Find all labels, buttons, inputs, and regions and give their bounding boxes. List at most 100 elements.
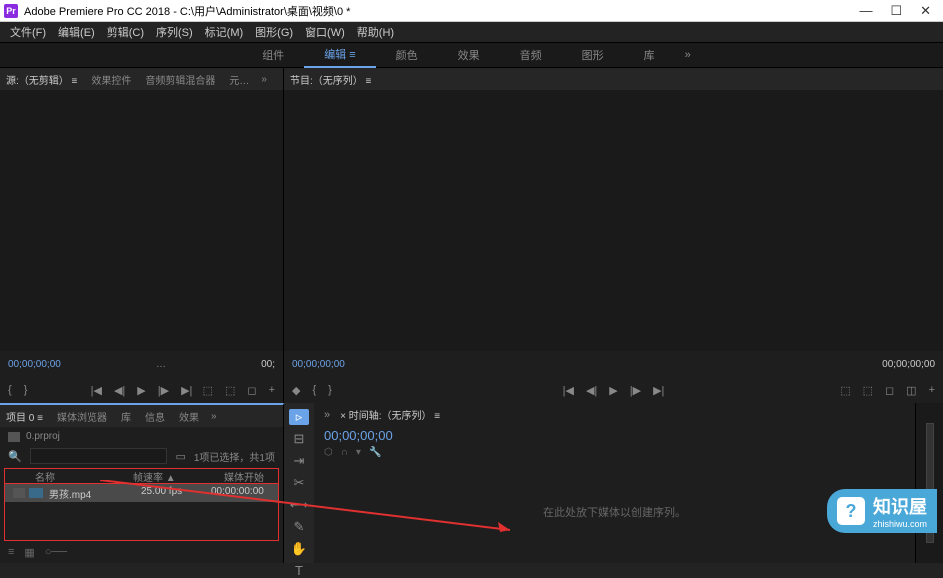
ws-tab-graphics[interactable]: 图形 (562, 43, 624, 67)
program-tc-left[interactable]: 00;00;00;00 (292, 359, 345, 370)
menu-marker[interactable]: 标记(M) (201, 22, 248, 42)
mark-out-icon[interactable]: } (24, 384, 28, 396)
goto-out-icon[interactable]: ▶| (181, 384, 192, 397)
snap-icon[interactable]: ⬡ (324, 447, 333, 458)
bin-icon[interactable]: ▭ (175, 450, 185, 463)
header-framerate[interactable]: 帧速率 ▲ (133, 469, 203, 484)
menu-window[interactable]: 窗口(W) (301, 22, 349, 42)
export-frame-icon[interactable]: ◻ (247, 384, 256, 397)
ws-tab-audio[interactable]: 音频 (500, 43, 562, 67)
menu-help[interactable]: 帮助(H) (353, 22, 398, 42)
razor-tool-icon[interactable]: ✂ (289, 475, 309, 491)
overwrite-icon[interactable]: ⬚ (225, 384, 235, 397)
source-tc-right: 00; (261, 359, 275, 370)
tab-info[interactable]: 信息 (143, 406, 167, 427)
pen-tool-icon[interactable]: ✎ (289, 519, 309, 535)
source-transport: { } |◀ ◀| ▶ |▶ ▶| ⬚ ⬚ ◻ + (0, 377, 283, 403)
timeline-body[interactable]: 在此处放下媒体以创建序列。 (314, 460, 915, 563)
ripple-tool-icon[interactable]: ⇥ (289, 453, 309, 469)
menu-clip[interactable]: 剪辑(C) (103, 22, 148, 42)
play-icon[interactable]: ▶ (137, 384, 145, 397)
mark-out-icon[interactable]: } (328, 384, 332, 397)
program-transport: ◆ { } |◀ ◀| ▶ |▶ ▶| ⬚ ⬚ ◻ ◫ + (284, 377, 943, 403)
header-media-start[interactable]: 媒体开始 (203, 469, 270, 484)
tab-effects[interactable]: 效果 (177, 406, 201, 427)
extract-icon[interactable]: ⬚ (863, 384, 873, 397)
source-tabs-more[interactable]: » (261, 74, 267, 85)
track-select-tool-icon[interactable]: ⊟ (289, 431, 309, 447)
menu-edit[interactable]: 编辑(E) (54, 22, 99, 42)
slip-tool-icon[interactable]: ⟷ (289, 497, 309, 513)
window-title: Adobe Premiere Pro CC 2018 - C:\用户\Admin… (24, 3, 859, 19)
item-media-start: 00:00:00:00 (211, 486, 264, 501)
item-name: 男孩.mp4 (49, 486, 141, 501)
search-input[interactable] (30, 448, 168, 464)
step-fwd-icon[interactable]: |▶ (630, 384, 641, 397)
mark-in-icon[interactable]: { (312, 384, 316, 397)
maximize-button[interactable]: ☐ (890, 3, 902, 19)
tab-libraries[interactable]: 库 (119, 406, 133, 427)
source-fit[interactable]: … (156, 359, 166, 370)
add-button-icon[interactable]: + (929, 384, 935, 397)
header-name[interactable]: 名称 (13, 469, 133, 484)
tab-media-browser[interactable]: 媒体浏览器 (55, 406, 109, 427)
lift-icon[interactable]: ⬚ (840, 384, 850, 397)
list-view-icon[interactable]: ≡ (8, 546, 14, 558)
ws-tab-color[interactable]: 颜色 (376, 43, 438, 67)
add-button-icon[interactable]: + (269, 384, 275, 397)
ws-tab-more[interactable]: » (675, 49, 701, 61)
ws-tab-assembly[interactable]: 组件 (242, 43, 304, 67)
menu-file[interactable]: 文件(F) (6, 22, 50, 42)
timeline-panel: » × 时间轴:（无序列） ≡ 00;00;00;00 ⬡ ∩ ▾ 🔧 在此处放… (314, 403, 915, 563)
goto-in-icon[interactable]: |◀ (563, 384, 574, 397)
ws-tab-effects[interactable]: 效果 (438, 43, 500, 67)
minimize-button[interactable]: — (859, 3, 872, 19)
wrench-icon[interactable]: 🔧 (369, 447, 381, 458)
program-tc-row: 00;00;00;00 00;00;00;00 (284, 351, 943, 377)
step-fwd-icon[interactable]: |▶ (158, 384, 169, 397)
ws-tab-libraries[interactable]: 库 (624, 43, 675, 67)
project-list: 男孩.mp4 25.00 fps 00:00:00:00 (4, 484, 279, 541)
timeline-tabs: » × 时间轴:（无序列） ≡ (314, 403, 915, 426)
tab-effect-controls[interactable]: 效果控件 (89, 69, 133, 90)
ws-tab-editing[interactable]: 编辑 ≡ (304, 42, 375, 68)
menu-sequence[interactable]: 序列(S) (152, 22, 197, 42)
mark-in-icon[interactable]: { (8, 384, 12, 396)
link-icon[interactable]: ∩ (341, 447, 348, 458)
hand-tool-icon[interactable]: ✋ (289, 541, 309, 557)
selection-tool-icon[interactable]: ▹ (289, 409, 309, 425)
menu-graphics[interactable]: 图形(G) (251, 22, 297, 42)
play-icon[interactable]: ▶ (609, 384, 617, 397)
watermark-icon: ? (837, 497, 865, 525)
close-button[interactable]: ✕ (920, 3, 931, 19)
goto-out-icon[interactable]: ▶| (653, 384, 664, 397)
tab-source[interactable]: 源:（无剪辑） ≡ (4, 69, 79, 90)
marker-icon[interactable]: ◆ (292, 384, 300, 397)
goto-in-icon[interactable]: |◀ (91, 384, 102, 397)
search-icon[interactable]: 🔍 (8, 450, 22, 463)
project-item[interactable]: 男孩.mp4 25.00 fps 00:00:00:00 (5, 484, 278, 502)
zoom-slider[interactable]: ○── (45, 546, 67, 558)
tab-program[interactable]: 节目:（无序列） ≡ (288, 69, 373, 90)
timeline-more[interactable]: » (324, 409, 330, 421)
icon-view-icon[interactable]: ▦ (24, 546, 34, 559)
project-tabs-more[interactable]: » (211, 411, 217, 422)
tab-metadata[interactable]: 元… (227, 69, 251, 90)
project-tabs: 项目 0 ≡ 媒体浏览器 库 信息 效果 » (0, 405, 283, 427)
step-back-icon[interactable]: ◀| (586, 384, 597, 397)
type-tool-icon[interactable]: T (289, 563, 309, 578)
timeline-timecode[interactable]: 00;00;00;00 (314, 426, 915, 445)
step-back-icon[interactable]: ◀| (114, 384, 125, 397)
program-monitor: 节目:（无序列） ≡ 00;00;00;00 00;00;00;00 ◆ { }… (284, 68, 943, 403)
compare-icon[interactable]: ◫ (906, 384, 916, 397)
tools-panel: ▹ ⊟ ⇥ ✂ ⟷ ✎ ✋ T (284, 403, 314, 563)
program-viewer (284, 90, 943, 351)
marker-tog-icon[interactable]: ▾ (356, 447, 361, 458)
source-tc-left[interactable]: 00;00;00;00 (8, 359, 61, 370)
project-panel: 项目 0 ≡ 媒体浏览器 库 信息 效果 » 0.prproj 🔍 ▭ 1项已选… (0, 403, 284, 563)
export-frame-icon[interactable]: ◻ (885, 384, 894, 397)
tab-project[interactable]: 项目 0 ≡ (4, 406, 45, 427)
insert-icon[interactable]: ⬚ (203, 384, 213, 397)
tab-audio-mixer[interactable]: 音频剪辑混合器 (143, 69, 217, 90)
tab-timeline[interactable]: × 时间轴:（无序列） ≡ (340, 407, 440, 422)
